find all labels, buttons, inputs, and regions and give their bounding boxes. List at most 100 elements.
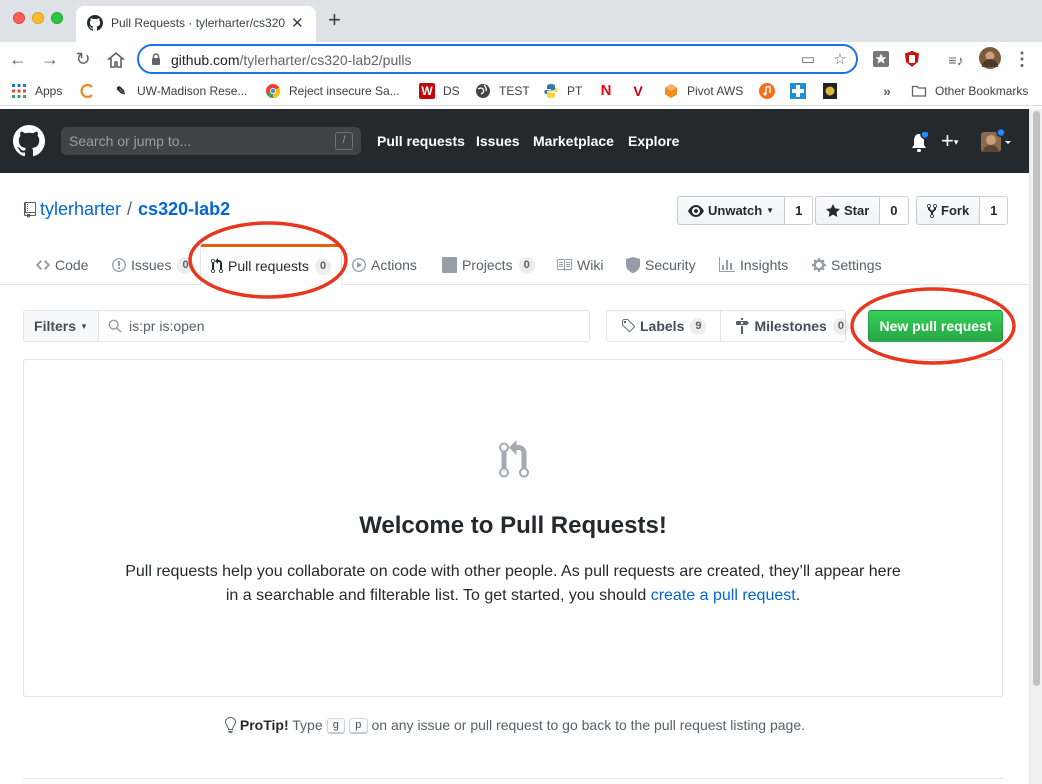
tab-projects[interactable]: Projects 0: [442, 245, 535, 285]
forks-count[interactable]: 1: [980, 196, 1009, 225]
tab-label: Insights: [740, 257, 789, 273]
media-queue-icon[interactable]: ≡♪: [946, 50, 966, 70]
netflix-icon[interactable]: N: [598, 83, 614, 99]
bookmark-pt[interactable]: PT: [543, 82, 582, 100]
tab-wiki[interactable]: Wiki: [556, 245, 603, 285]
create-new-plus-icon[interactable]: +▾: [941, 128, 958, 154]
tab-label: Issues: [131, 257, 172, 273]
hexagon-icon: [665, 84, 677, 98]
tab-security[interactable]: Security: [626, 245, 696, 285]
badge-icon[interactable]: [822, 83, 838, 99]
tab-issues[interactable]: Issues 0: [112, 245, 194, 285]
browser-tab-active[interactable]: Pull Requests · tylerharter/cs320 ✕: [76, 6, 316, 42]
nav-pull-requests[interactable]: Pull requests: [377, 133, 465, 149]
filters-bar: Filters ▼ is:pr is:open: [23, 310, 590, 342]
bookmarks-overflow-icon[interactable]: »: [879, 83, 895, 99]
close-window-button[interactable]: [13, 12, 25, 24]
tab-count: 0: [518, 256, 535, 274]
blankslate-description: Pull requests help you collaborate on co…: [124, 560, 902, 608]
bookmark-pivot-aws[interactable]: Pivot AWS: [663, 82, 743, 100]
footer-divider: [23, 778, 1003, 779]
tab-actions[interactable]: Actions: [352, 245, 417, 285]
issue-opened-icon: [112, 258, 126, 272]
tab-label: Actions: [371, 257, 417, 273]
unwatch-group: Unwatch ▼ 1: [677, 196, 814, 225]
home-icon[interactable]: [106, 50, 126, 70]
extension-star-icon[interactable]: [872, 50, 890, 68]
kbd-p: p: [349, 718, 368, 735]
create-pull-request-link[interactable]: create a pull request: [651, 587, 796, 604]
browser-toolbar: ← → ↻ github.com/tylerharter/cs320-lab2/…: [0, 42, 1042, 76]
blankslate-text-end: .: [795, 587, 801, 604]
bookmark-ds[interactable]: W DS: [419, 82, 460, 100]
star-button[interactable]: Star: [815, 196, 881, 225]
filters-label: Filters: [34, 318, 77, 334]
github-logo-icon[interactable]: [13, 125, 45, 157]
reload-icon[interactable]: ↻: [73, 49, 93, 69]
address-bar[interactable]: github.com/tylerharter/cs320-lab2/pulls …: [137, 44, 858, 74]
ublock-icon[interactable]: [903, 50, 921, 68]
fork-button[interactable]: Fork: [916, 196, 981, 225]
lock-icon: [152, 53, 160, 65]
fork-icon: [927, 203, 937, 218]
apps-grid-icon: [12, 84, 26, 98]
bookmark-reject-insecure[interactable]: Reject insecure Sa...: [265, 82, 400, 100]
repo-name-link[interactable]: cs320-lab2: [138, 199, 230, 220]
milestones-link[interactable]: Milestones 0: [720, 311, 862, 341]
new-pull-request-button[interactable]: New pull request: [868, 310, 1003, 342]
protip: ProTip! Type g p on any issue or pull re…: [0, 717, 1029, 735]
scrollbar-thumb[interactable]: [1033, 111, 1040, 686]
gear-icon: [812, 258, 826, 272]
close-tab-icon[interactable]: ✕: [291, 14, 304, 32]
fork-label: Fork: [941, 203, 970, 218]
nav-explore[interactable]: Explore: [628, 133, 679, 149]
github-search-input[interactable]: Search or jump to... /: [61, 127, 361, 155]
stargazers-count[interactable]: 0: [880, 196, 909, 225]
repo-separator: /: [127, 199, 133, 219]
filters-button[interactable]: Filters ▼: [24, 311, 99, 341]
labels-link[interactable]: Labels 9: [607, 311, 720, 341]
v-icon[interactable]: V: [630, 83, 646, 99]
bookmark-other[interactable]: Other Bookmarks: [911, 82, 1028, 100]
music-note-icon[interactable]: [759, 83, 775, 99]
nav-issues[interactable]: Issues: [476, 133, 520, 149]
page-scrollbar[interactable]: [1029, 109, 1042, 784]
globe-icon: [476, 84, 490, 98]
user-avatar[interactable]: [980, 128, 1014, 154]
back-arrow-icon[interactable]: ←: [8, 49, 28, 69]
star-label: Star: [844, 203, 870, 218]
play-icon: [352, 258, 366, 272]
code-icon: [36, 260, 50, 270]
unwatch-button[interactable]: Unwatch ▼: [677, 196, 786, 225]
bookmark-star-icon[interactable]: ☆: [831, 51, 849, 69]
blue-cross-icon[interactable]: [790, 83, 806, 99]
tab-label: Projects: [462, 257, 513, 273]
bookmark-uw-madison[interactable]: ✎ UW-Madison Rese...: [113, 82, 248, 100]
forward-arrow-icon[interactable]: →: [40, 49, 60, 69]
nav-marketplace[interactable]: Marketplace: [533, 133, 614, 149]
pull-requests-blankslate: Welcome to Pull Requests! Pull requests …: [23, 359, 1003, 697]
blankslate-title: Welcome to Pull Requests!: [359, 512, 667, 539]
tab-label: Security: [645, 257, 696, 273]
tab-insights[interactable]: Insights: [719, 245, 788, 285]
tab-code[interactable]: Code: [36, 245, 88, 285]
orange-c-icon[interactable]: [79, 83, 95, 99]
tab-pull-requests[interactable]: Pull requests 0: [200, 244, 343, 285]
repo-owner-link[interactable]: tylerharter: [40, 199, 121, 220]
bookmark-apps[interactable]: Apps: [11, 82, 62, 100]
issues-search-input[interactable]: is:pr is:open: [99, 311, 589, 341]
chrome-menu-icon[interactable]: ⋮: [1012, 49, 1032, 69]
dropdown-caret-icon: ▼: [766, 206, 775, 215]
maximize-window-button[interactable]: [51, 12, 63, 24]
cast-icon[interactable]: ▭: [799, 51, 817, 69]
notifications-bell-icon[interactable]: [910, 132, 930, 154]
new-tab-button[interactable]: +: [328, 9, 341, 31]
tab-settings[interactable]: Settings: [812, 245, 882, 285]
watchers-count[interactable]: 1: [785, 196, 814, 225]
search-shortcut-key: /: [335, 132, 353, 150]
profile-avatar[interactable]: [979, 47, 1001, 69]
bookmark-test[interactable]: TEST: [475, 82, 530, 100]
git-pull-request-large-icon: [499, 440, 529, 478]
tab-count: 0: [314, 257, 332, 275]
minimize-window-button[interactable]: [32, 12, 44, 24]
